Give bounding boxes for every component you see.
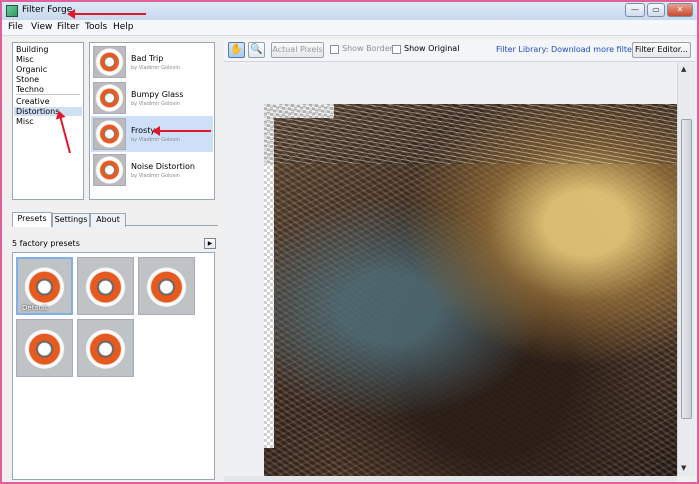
tab-presets[interactable]: Presets: [12, 212, 52, 227]
category-divider: [16, 94, 80, 95]
filter-author: by Vladimir Golovin: [131, 173, 180, 179]
hand-tool-button[interactable]: ✋: [228, 42, 245, 58]
show-original-label: Show Original: [404, 44, 460, 53]
transparency-checker: [264, 118, 274, 448]
category-building[interactable]: Building: [16, 45, 48, 54]
filter-list: Bad Trip by Vladimir Golovin Bumpy Glass…: [89, 42, 215, 200]
scrollbar-thumb[interactable]: [681, 119, 692, 419]
title-bar: Filter Forge — ▭ ✕: [2, 2, 697, 20]
settings-tabs: Presets Settings About: [12, 212, 218, 227]
actual-pixels-button[interactable]: Actual Pixels: [271, 42, 324, 58]
scroll-up-arrow-icon[interactable]: ▲: [681, 65, 686, 73]
filter-name: Bumpy Glass: [131, 90, 184, 99]
window-title: Filter Forge: [22, 5, 73, 15]
filter-thumbnail: [93, 82, 126, 114]
category-list: Building Misc Organic Stone Techno Creat…: [12, 42, 84, 200]
filter-thumbnail: [93, 46, 126, 78]
annotation-arrow-frosty: [152, 126, 211, 136]
menu-tools[interactable]: Tools: [85, 22, 107, 32]
horizontal-scrollbar[interactable]: [224, 476, 677, 482]
preset-thumbnail-1[interactable]: Default: [16, 257, 73, 315]
show-border-checkbox[interactable]: [330, 45, 339, 54]
preset-grid: Default: [12, 252, 215, 480]
minimize-button[interactable]: —: [625, 3, 645, 17]
category-misc[interactable]: Misc: [16, 55, 34, 64]
zoom-tool-button[interactable]: 🔍: [248, 42, 265, 58]
filter-item-bad-trip[interactable]: Bad Trip by Vladimir Golovin: [91, 44, 213, 80]
frost-texture: [264, 104, 677, 164]
preview-toolbar: ✋ 🔍 Actual Pixels Show Border Show Origi…: [224, 40, 695, 62]
category-misc-2[interactable]: Misc: [16, 117, 34, 126]
maximize-button[interactable]: ▭: [647, 3, 665, 17]
menu-help[interactable]: Help: [113, 22, 134, 32]
close-button[interactable]: ✕: [667, 3, 693, 17]
menu-view[interactable]: View: [31, 22, 52, 32]
filter-author: by Vladimir Golovin: [131, 65, 180, 71]
preset-caption: Default: [22, 304, 48, 312]
scroll-down-arrow-icon[interactable]: ▼: [681, 464, 686, 472]
preset-thumbnail-5[interactable]: [77, 319, 134, 377]
category-techno[interactable]: Techno: [16, 85, 44, 94]
menu-filter[interactable]: Filter: [57, 22, 79, 32]
filter-author: by Vladimir Golovin: [131, 137, 180, 143]
vertical-scrollbar[interactable]: ▲ ▼: [677, 63, 695, 476]
annotation-arrow-title: [67, 9, 146, 19]
menu-file[interactable]: File: [8, 22, 23, 32]
tab-settings[interactable]: Settings: [52, 213, 90, 227]
filter-forge-app-icon: [6, 5, 18, 17]
filter-thumbnail: [93, 154, 126, 186]
preset-thumbnail-3[interactable]: [138, 257, 195, 315]
filter-name: Noise Distortion: [131, 162, 195, 171]
filter-author: by Vladimir Golovin: [131, 101, 180, 107]
category-organic[interactable]: Organic: [16, 65, 47, 74]
filtered-image-preview[interactable]: [264, 104, 677, 476]
filter-editor-button[interactable]: Filter Editor...: [632, 42, 691, 58]
filter-name: Bad Trip: [131, 54, 164, 63]
hand-icon: ✋: [230, 44, 243, 55]
category-creative[interactable]: Creative: [16, 97, 50, 106]
show-border-label: Show Border: [342, 44, 393, 53]
presets-play-button[interactable]: ▶: [204, 238, 216, 249]
filter-thumbnail: [93, 118, 126, 150]
filter-library-link[interactable]: Filter Library: Download more filters: [496, 45, 639, 54]
show-original-checkbox[interactable]: [392, 45, 401, 54]
filter-item-noise-distortion[interactable]: Noise Distortion by Vladimir Golovin: [91, 152, 213, 188]
zoom-icon: 🔍: [250, 44, 263, 55]
filter-item-bumpy-glass[interactable]: Bumpy Glass by Vladimir Golovin: [91, 80, 213, 116]
category-distortions[interactable]: Distortions: [14, 107, 82, 116]
app-window: Filter Forge — ▭ ✕ File View Filter Tool…: [0, 0, 699, 484]
presets-count-label: 5 factory presets: [12, 239, 80, 248]
tab-about[interactable]: About: [90, 213, 126, 227]
menu-bar: File View Filter Tools Help: [2, 20, 697, 36]
preset-thumbnail-4[interactable]: [16, 319, 73, 377]
category-stone[interactable]: Stone: [16, 75, 39, 84]
play-icon: ▶: [207, 240, 213, 247]
preset-thumbnail-2[interactable]: [77, 257, 134, 315]
